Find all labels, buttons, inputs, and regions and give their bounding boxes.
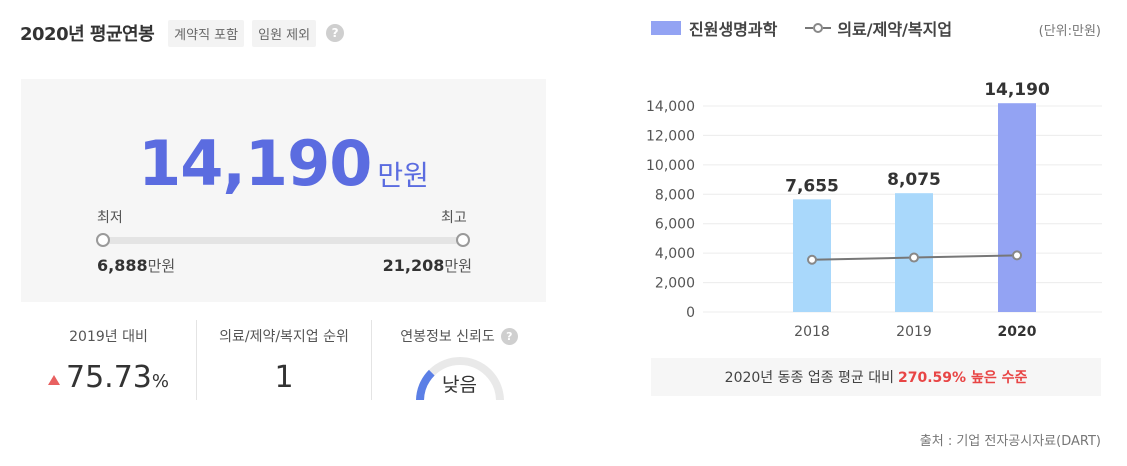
max-label: 최고 xyxy=(441,210,467,226)
rank-value: 1 xyxy=(274,360,294,395)
y-tick-label: 10,000 xyxy=(646,158,695,174)
yoy-stat: 2019년 대비 75.73% xyxy=(21,320,196,400)
x-tick-label: 2018 xyxy=(794,324,830,340)
comparison-text: 2020년 동종 업종 평균 대비 xyxy=(724,370,895,386)
y-tick-label: 8,000 xyxy=(655,187,695,203)
yoy-number: 75.73 xyxy=(66,360,152,395)
min-salary-value: 6,888 xyxy=(97,256,148,275)
reliability-label-row: 연봉정보 신뢰도? xyxy=(372,326,546,346)
tag-executives-excluded: 임원 제외 xyxy=(252,19,317,47)
y-tick-label: 12,000 xyxy=(646,128,695,144)
average-salary: 14,190 만원 xyxy=(21,127,546,200)
min-salary: 6,888만원 xyxy=(97,255,175,276)
y-tick-label: 0 xyxy=(686,305,695,321)
bar-value-label: 14,190 xyxy=(984,80,1050,100)
average-salary-panel: 14,190 만원 최저 최고 6,888만원 21,208만원 xyxy=(21,79,546,302)
yoy-value: 75.73% xyxy=(21,360,196,395)
industry-comparison: 2020년 동종 업종 평균 대비 270.59% 높은 수준 xyxy=(651,358,1101,396)
bar-2020 xyxy=(998,103,1036,312)
rank-stat: 의료/제약/복지업 순위 1 xyxy=(196,320,371,400)
bar-legend-label: 진원생명과학 xyxy=(689,20,778,39)
up-arrow-icon xyxy=(48,375,60,385)
salary-range-bar xyxy=(103,237,463,244)
yoy-percent: % xyxy=(151,371,169,392)
bar-value-label: 7,655 xyxy=(785,176,839,196)
max-salary: 21,208만원 xyxy=(383,255,472,276)
source-note: 출처 : 기업 전자공시자료(DART) xyxy=(919,434,1101,449)
industry-point xyxy=(909,252,919,263)
average-salary-value: 14,190 xyxy=(138,127,372,200)
industry-point xyxy=(807,254,817,265)
reliability-value: 낮음 xyxy=(442,374,477,396)
help-icon[interactable]: ? xyxy=(326,24,345,42)
salary-chart: 0 2,000 4,000 6,000 8,000 10,000 12,000 14,000 7… xyxy=(646,80,1102,340)
unit-note: (단위:만원) xyxy=(1038,24,1101,39)
y-tick-label: 14,000 xyxy=(646,99,695,115)
reliability-stat: 연봉정보 신뢰도? 낮음 xyxy=(371,320,546,400)
y-tick-label: 2,000 xyxy=(655,276,695,292)
max-salary-value: 21,208 xyxy=(382,256,445,275)
comparison-highlight: 270.59% 높은 수준 xyxy=(898,370,1028,386)
rank-label: 의료/제약/복지업 순위 xyxy=(219,329,349,345)
line-legend-label: 의료/제약/복지업 xyxy=(837,20,953,39)
help-icon[interactable]: ? xyxy=(500,327,518,345)
range-max-handle xyxy=(456,233,470,247)
stats-row: 2019년 대비 75.73% 의료/제약/복지업 순위 1 연봉정보 신뢰도?… xyxy=(21,320,546,400)
yoy-label: 2019년 대비 xyxy=(69,329,148,345)
bar-value-label: 8,075 xyxy=(887,170,941,190)
page-title: 2020년 평균연봉 xyxy=(20,24,155,45)
min-label: 최저 xyxy=(97,210,123,226)
x-tick-label: 2019 xyxy=(896,324,932,340)
range-min-handle xyxy=(96,233,110,247)
reliability-label: 연봉정보 신뢰도 xyxy=(400,329,495,345)
average-salary-unit: 만원 xyxy=(377,159,429,192)
line-legend-marker xyxy=(805,23,832,33)
x-tick-label: 2020 xyxy=(998,324,1037,340)
min-salary-unit: 만원 xyxy=(147,257,176,275)
y-tick-label: 6,000 xyxy=(655,217,695,233)
y-tick-label: 4,000 xyxy=(655,246,695,262)
header: 2020년 평균연봉 계약직 포함 임원 제외 ? xyxy=(20,18,345,48)
max-salary-unit: 만원 xyxy=(444,257,472,275)
bar-legend-swatch xyxy=(651,21,681,35)
chart-legend: 진원생명과학 의료/제약/복지업 xyxy=(651,16,952,40)
tag-contract-included: 계약직 포함 xyxy=(168,19,245,47)
industry-point xyxy=(1012,250,1022,261)
